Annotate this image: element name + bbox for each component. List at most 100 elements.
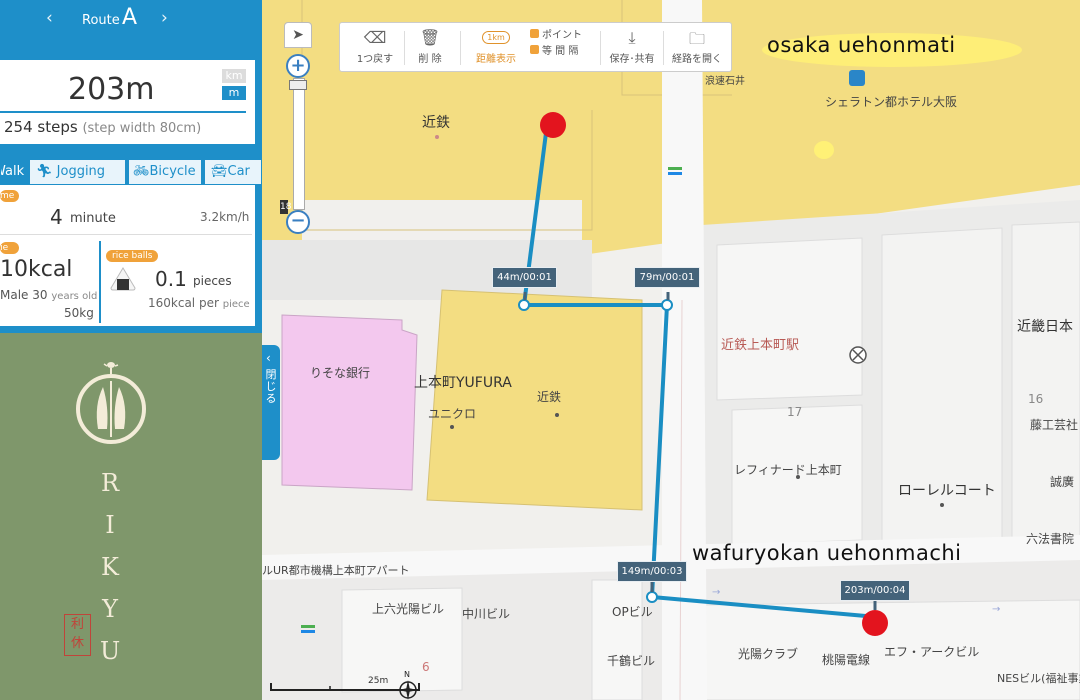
toolbar-separator xyxy=(600,31,601,65)
label-station: 近鉄上本町駅 xyxy=(721,338,800,353)
trash-icon: 🗑︎ xyxy=(419,28,441,47)
railway-icon-b xyxy=(668,172,682,175)
distance-value: 203m xyxy=(68,72,155,107)
map-view[interactable]: → → 近鉄 上本町YUFURA 近鉄 ユニクロ りそな銀行 シェラトン都ホテル… xyxy=(262,0,1080,700)
tab-bicycle-label: Bicycle xyxy=(149,164,196,179)
distance-bubble-icon: 1km xyxy=(470,28,522,50)
car-icon: 🚘︎ xyxy=(211,164,228,179)
calorie-pill-label: calorie xyxy=(0,243,9,253)
time-pill-label: time xyxy=(0,191,15,201)
riky-logo-area: R I K Y U 利休 xyxy=(0,333,262,700)
toolbar-separator xyxy=(663,31,664,65)
map-toolbar: ⌫ 1つ戻す 🗑︎ 削 除 1km 距離表示 ポイント 等 間 隔 ⤓ 保存･共… xyxy=(339,22,732,72)
unit-m-button[interactable]: m xyxy=(222,86,246,100)
rice-per-kcal: 160kcal per xyxy=(148,296,219,310)
delete-button[interactable]: 🗑︎ 削 除 xyxy=(410,28,450,70)
interval-label: 等 間 隔 xyxy=(542,46,579,57)
tab-car[interactable]: 🚘︎Car xyxy=(204,159,262,185)
tab-walk[interactable]: Walk xyxy=(0,159,27,185)
label-kamiroku: 上六光陽ビル xyxy=(372,602,445,616)
railway-icon-2b xyxy=(301,630,315,633)
distance-display-label: 距離表示 xyxy=(476,54,516,65)
route-waypoint[interactable] xyxy=(646,591,658,603)
person-age: 30 xyxy=(32,288,48,302)
previous-route-button[interactable]: ‹ xyxy=(46,8,53,28)
road-arrow-2: → xyxy=(992,604,1000,615)
next-route-button[interactable]: › xyxy=(161,8,168,28)
station-icon xyxy=(849,70,865,86)
station-building xyxy=(716,237,863,401)
tab-car-label: Car xyxy=(227,164,250,179)
kinki-building xyxy=(1011,221,1080,546)
distance-tag: 149m/00:03 xyxy=(617,561,687,582)
label-roppo: 六法書院 xyxy=(1026,532,1075,546)
rice-per-unit: piece xyxy=(222,299,250,310)
close-panel-tab[interactable]: ‹ 閉じる xyxy=(262,345,280,460)
calorie-value: 10kcal xyxy=(0,257,73,282)
zoom-control: ➤ + 18 − xyxy=(280,22,312,234)
zoom-level: 18 xyxy=(280,200,292,214)
highlight-dot xyxy=(814,141,834,159)
tab-bicycle[interactable]: 🚲︎Bicycle xyxy=(128,159,202,185)
delete-label: 削 除 xyxy=(418,54,442,65)
distance-display-button[interactable]: 1km 距離表示 xyxy=(470,28,522,70)
map-canvas: → → xyxy=(262,0,1080,700)
time-unit: minute xyxy=(70,211,116,226)
zoom-out-button[interactable]: − xyxy=(286,210,310,234)
distance-tag: 44m/00:01 xyxy=(492,267,557,288)
chevron-left-icon: ‹ xyxy=(266,351,271,365)
route-start-marker[interactable] xyxy=(540,112,566,138)
label-kintetsu-2: 近鉄 xyxy=(537,390,562,404)
crest-logo-icon xyxy=(76,362,146,444)
scale-label: 25m xyxy=(368,676,389,686)
distance-tag: 79m/00:01 xyxy=(634,267,700,288)
label-sentsuru: 千鶴ビル xyxy=(607,654,656,668)
logo-letter-y: Y xyxy=(102,595,118,623)
rice-ball-icon xyxy=(110,267,136,291)
logo-letter-i: I xyxy=(105,511,115,539)
railway-icon-2 xyxy=(301,625,315,628)
bicycle-icon: 🚲︎ xyxy=(133,164,150,179)
person-weight: 50kg xyxy=(64,306,94,320)
label-nes: NESビル(福祉事業会 xyxy=(997,672,1080,685)
step-width: (step width 80cm) xyxy=(82,121,202,136)
logo-letter-u: U xyxy=(100,637,121,665)
route-waypoint[interactable] xyxy=(661,299,673,311)
unit-km-button[interactable]: km xyxy=(222,69,246,83)
compass-n: N xyxy=(404,670,410,679)
label-koyo-club: 光陽クラブ xyxy=(738,647,799,661)
route-end-marker[interactable] xyxy=(862,610,888,636)
time-pill: time xyxy=(0,190,19,202)
person-sex: Male xyxy=(0,288,29,302)
running-icon: 🏃︎ xyxy=(36,164,53,179)
open-route-button[interactable]: 🗀︎ 経路を開く xyxy=(666,28,728,70)
route-waypoint[interactable] xyxy=(518,299,530,311)
open-route-label: 経路を開く xyxy=(672,54,722,65)
distance-box: 203m km m 254 steps (step width 80cm) xyxy=(0,60,255,144)
label-shinko: 藤工芸社 xyxy=(1030,418,1079,432)
point-label: ポイント xyxy=(542,30,582,41)
travel-mode-tabs: Walk 🏃︎ Jogging 🚲︎Bicycle 🚘︎Car xyxy=(0,159,262,185)
rice-value: 0.1 xyxy=(155,267,187,291)
zoom-slider-track[interactable] xyxy=(293,78,305,210)
undo-button[interactable]: ⌫ 1つ戻す xyxy=(350,28,400,70)
rice-pill: rice balls xyxy=(106,250,159,262)
zoom-slider-thumb[interactable] xyxy=(289,80,307,90)
point-checkbox[interactable]: ポイント xyxy=(530,28,600,44)
zoom-in-button[interactable]: + xyxy=(286,54,310,78)
steps-text: 254 steps (step width 80cm) xyxy=(4,118,201,136)
poi-dot xyxy=(435,135,439,139)
rice-unit: pieces xyxy=(193,274,232,288)
distance-tag: 203m/00:04 xyxy=(840,580,910,601)
interval-checkbox[interactable]: 等 間 隔 xyxy=(530,44,600,60)
route-header: ‹ Route A › xyxy=(0,0,262,40)
time-divider xyxy=(0,234,252,235)
label-resona: りそな銀行 xyxy=(310,366,371,380)
annotation-osaka: osaka uehonmati xyxy=(767,33,956,57)
north-arrow-button[interactable]: ➤ xyxy=(284,22,312,48)
save-share-button[interactable]: ⤓ 保存･共有 xyxy=(603,28,661,70)
tab-jogging[interactable]: 🏃︎ Jogging xyxy=(29,159,126,185)
calorie-pill: calorie xyxy=(0,242,19,254)
label-naniwa: 浪速石井 xyxy=(705,76,745,87)
annotation-wafuryokan: wafuryokan uehonmachi xyxy=(692,541,962,565)
